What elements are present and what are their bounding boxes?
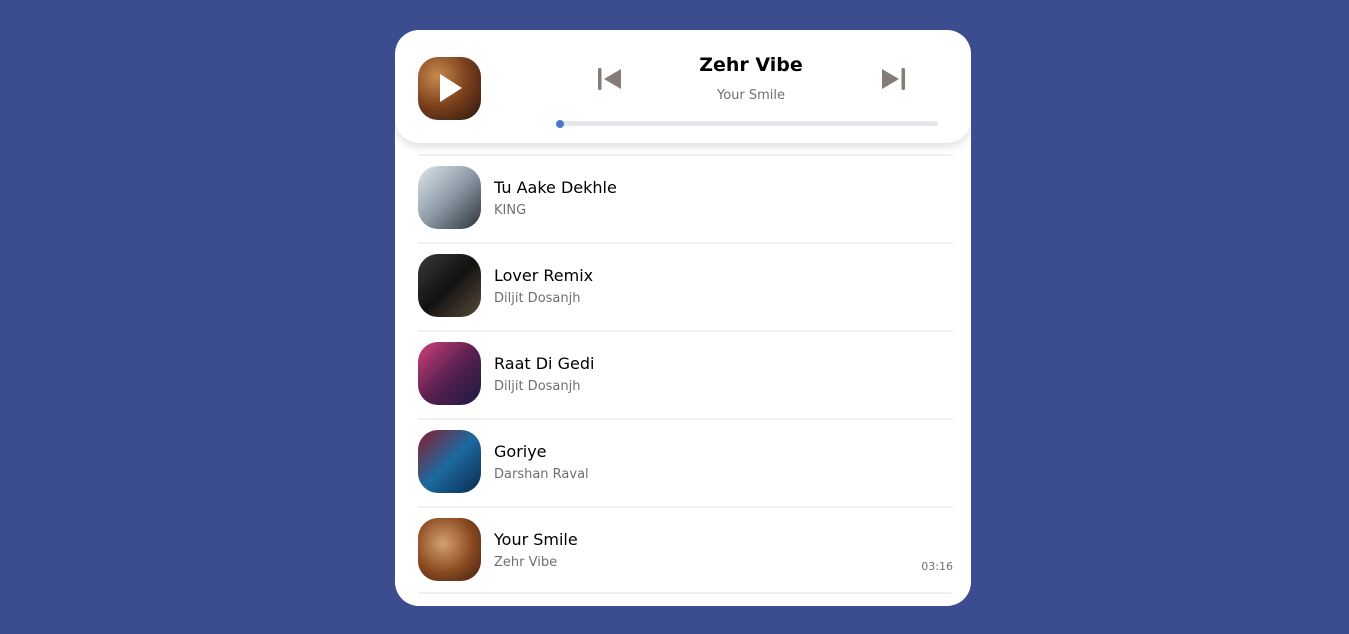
music-player-card: Zehr Vibe Your Smile Tu Aake Dekhle KING… [395, 30, 971, 606]
now-playing-header: Zehr Vibe Your Smile [395, 30, 971, 143]
song-list-item[interactable]: Lover Remix Diljit Dosanjh [418, 242, 953, 330]
song-artist: Darshan Raval [494, 467, 589, 482]
album-art [418, 430, 481, 493]
song-title: Tu Aake Dekhle [494, 178, 617, 197]
song-artist: Diljit Dosanjh [494, 379, 581, 394]
song-duration: 03:16 [921, 560, 953, 573]
song-artist: Diljit Dosanjh [494, 291, 581, 306]
progress-bar[interactable] [556, 119, 938, 128]
now-playing-title: Zehr Vibe [699, 54, 803, 76]
song-title: Goriye [494, 442, 547, 461]
now-playing-subtitle: Your Smile [716, 88, 786, 103]
song-artist: KING [494, 203, 527, 218]
album-art [418, 254, 481, 317]
song-list-item[interactable]: Your Smile Zehr Vibe 03:16 [418, 506, 953, 594]
album-art [418, 166, 481, 229]
skip-next-icon[interactable] [881, 68, 905, 90]
song-list: Tu Aake Dekhle KING Lover Remix Diljit D… [418, 154, 953, 594]
song-list-item[interactable]: Goriye Darshan Raval [418, 418, 953, 506]
song-list-item[interactable]: Tu Aake Dekhle KING [418, 154, 953, 242]
song-artist: Zehr Vibe [494, 555, 558, 570]
album-art [418, 342, 481, 405]
play-icon [440, 74, 462, 102]
song-title: Raat Di Gedi [494, 354, 595, 373]
skip-previous-icon[interactable] [598, 68, 622, 90]
song-title: Lover Remix [494, 266, 594, 285]
progress-handle[interactable] [556, 119, 564, 128]
song-list-item[interactable]: Raat Di Gedi Diljit Dosanjh [418, 330, 953, 418]
song-title: Your Smile [494, 530, 578, 549]
play-button[interactable] [418, 57, 481, 120]
album-art [418, 518, 481, 581]
